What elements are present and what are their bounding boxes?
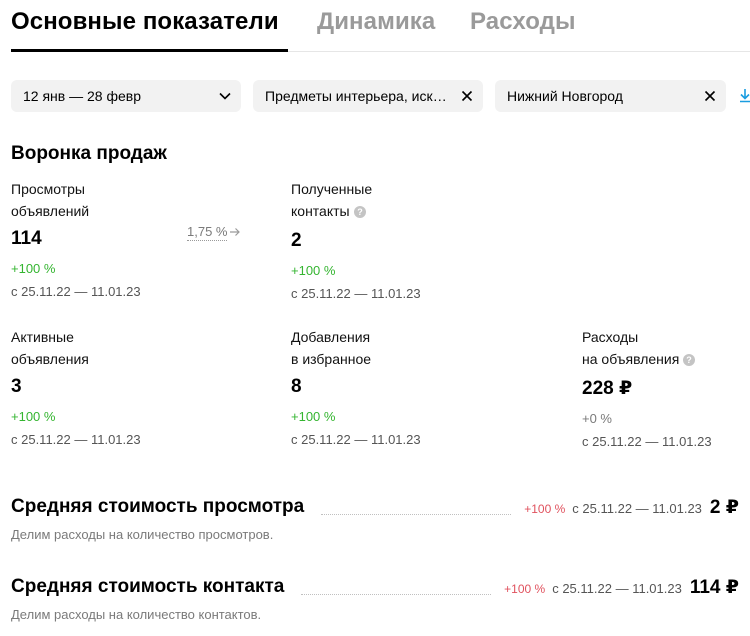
active-tab-indicator xyxy=(11,49,288,52)
funnel-title: Воронка продаж xyxy=(11,143,167,164)
metric-active-period: с 25.11.22 — 11.01.23 xyxy=(11,432,141,447)
metric-views: Просмотры объявлений 114 +100 % с 25.11.… xyxy=(11,178,171,301)
cost-per-contact-period: с 25.11.22 — 11.01.23 xyxy=(552,581,682,596)
cost-per-contact-summary: +100 % с 25.11.22 — 11.01.23 114 ₽ xyxy=(504,576,739,599)
category-filter-value: Предметы интерьера, искусство xyxy=(265,88,451,104)
metric-views-period: с 25.11.22 — 11.01.23 xyxy=(11,284,141,299)
svg-text:?: ? xyxy=(357,207,363,217)
cost-per-contact-description: Делим расходы на количество контактов. xyxy=(11,607,262,622)
metric-expenses: Расходы на объявления? 228 ₽ +0 % с 25.1… xyxy=(582,326,742,451)
tab-expenses[interactable]: Расходы xyxy=(470,8,576,36)
metric-contacts-label-2-row: контакты? xyxy=(291,200,451,224)
download-icon[interactable] xyxy=(737,86,750,106)
metric-contacts-label-1: Полученные xyxy=(291,181,373,197)
metric-favorites-period: с 25.11.22 — 11.01.23 xyxy=(291,432,421,447)
metric-active-delta: +100 % xyxy=(11,409,56,424)
metric-expenses-delta: +0 % xyxy=(582,411,612,426)
svg-text:?: ? xyxy=(687,355,693,365)
cost-per-contact-title: Средняя стоимость контакта xyxy=(11,576,289,598)
cost-per-contact-row: Средняя стоимость контакта +100 % с 25.1… xyxy=(11,576,739,602)
metric-contacts-value: 2 xyxy=(291,230,302,251)
cost-per-view-description: Делим расходы на количество просмотров. xyxy=(11,527,274,542)
tab-bar: Основные показатели Динамика Расходы xyxy=(11,0,750,52)
metric-favorites-value: 8 xyxy=(291,376,302,397)
conversion-rate-value: 1,75 % xyxy=(187,224,228,241)
conversion-rate[interactable]: 1,75 % xyxy=(187,224,241,241)
metric-expenses-label-1: Расходы xyxy=(582,329,639,345)
cost-per-view-value: 2 ₽ xyxy=(709,497,739,518)
cost-per-view-row: Средняя стоимость просмотра +100 % с 25.… xyxy=(11,496,739,522)
tab-main-metrics[interactable]: Основные показатели xyxy=(11,8,279,36)
help-icon[interactable]: ? xyxy=(353,202,366,224)
chevron-down-icon xyxy=(209,80,241,112)
arrow-right-icon xyxy=(229,225,241,240)
metric-views-label-1: Просмотры xyxy=(11,181,85,197)
cost-per-view-title: Средняя стоимость просмотра xyxy=(11,496,309,518)
cost-per-view-summary: +100 % с 25.11.22 — 11.01.23 2 ₽ xyxy=(524,496,739,519)
metric-expenses-period: с 25.11.22 — 11.01.23 xyxy=(582,434,712,449)
region-filter-value: Нижний Новгород xyxy=(507,88,623,104)
leader-dots xyxy=(321,514,511,515)
metric-views-label-2: объявлений xyxy=(11,203,90,219)
period-select-value: 12 янв — 28 февр xyxy=(23,88,141,104)
metric-favorites-label-2: в избранное xyxy=(291,351,372,367)
close-icon[interactable] xyxy=(694,80,726,112)
period-select[interactable]: 12 янв — 28 февр xyxy=(11,80,241,112)
help-icon[interactable]: ? xyxy=(683,350,696,372)
metric-favorites-delta: +100 % xyxy=(291,409,336,424)
region-filter[interactable]: Нижний Новгород xyxy=(495,80,726,112)
metric-active-value: 3 xyxy=(11,376,22,397)
metric-favorites: Добавления в избранное 8 +100 % с 25.11.… xyxy=(291,326,451,449)
metric-views-value: 114 xyxy=(11,228,42,249)
cost-per-view-period: с 25.11.22 — 11.01.23 xyxy=(572,501,702,516)
metric-views-delta: +100 % xyxy=(11,261,56,276)
category-filter[interactable]: Предметы интерьера, искусство xyxy=(253,80,483,112)
leader-dots xyxy=(301,594,491,595)
metric-expenses-value: 228 ₽ xyxy=(582,378,633,399)
tab-dynamics[interactable]: Динамика xyxy=(317,8,435,36)
metric-expenses-label-2: на объявления xyxy=(582,351,680,367)
cost-per-contact-value: 114 ₽ xyxy=(689,577,739,598)
metric-contacts-delta: +100 % xyxy=(291,263,336,278)
cost-per-view-delta: +100 % xyxy=(524,502,566,516)
close-icon[interactable] xyxy=(451,80,483,112)
metric-contacts: Полученные контакты? 2 +100 % с 25.11.22… xyxy=(291,178,451,303)
metric-contacts-period: с 25.11.22 — 11.01.23 xyxy=(291,286,421,301)
metric-contacts-label-2: контакты xyxy=(291,203,350,219)
metric-active-listings: Активные объявления 3 +100 % с 25.11.22 … xyxy=(11,326,171,449)
metric-active-label-2: объявления xyxy=(11,351,89,367)
cost-per-contact-delta: +100 % xyxy=(504,582,546,596)
metric-expenses-label-2-row: на объявления? xyxy=(582,348,742,372)
metric-favorites-label-1: Добавления xyxy=(291,329,371,345)
metric-active-label-1: Активные xyxy=(11,329,74,345)
